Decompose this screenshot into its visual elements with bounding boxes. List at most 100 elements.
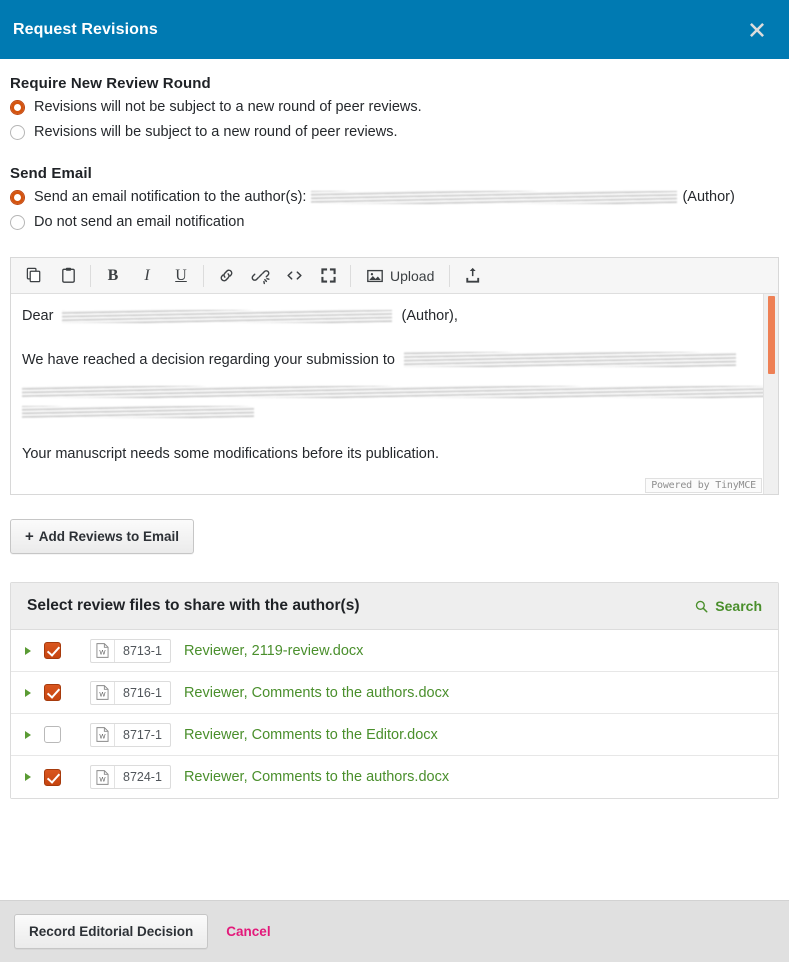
file-id: 8716-1 [123, 685, 162, 700]
word-document-icon: W [91, 639, 115, 662]
image-upload-label: Upload [390, 267, 435, 284]
image-upload-icon [367, 269, 383, 282]
svg-text:W: W [99, 650, 106, 657]
link-icon[interactable] [209, 261, 243, 291]
svg-text:W: W [99, 734, 106, 741]
file-checkbox[interactable] [44, 768, 61, 786]
toolbar-separator [350, 264, 351, 287]
radio-option-send-email[interactable]: Send an email notification to the author… [10, 185, 779, 210]
source-code-icon[interactable] [277, 261, 311, 291]
fullscreen-icon[interactable] [311, 261, 345, 291]
editor-paragraph-modifications: Your manuscript needs some modifications… [22, 446, 439, 463]
expand-row-icon[interactable] [25, 773, 31, 781]
file-id-badge: W 8713-1 [90, 638, 171, 663]
email-editor: B I U Upload Dear (Author), We have reac… [10, 257, 779, 495]
toolbar-separator [449, 264, 451, 287]
editor-toolbar: B I U Upload [11, 258, 778, 294]
radio-no-email[interactable] [10, 215, 25, 230]
modal-header: Request Revisions [0, 0, 789, 59]
bold-icon[interactable]: B [96, 261, 130, 291]
file-name-link[interactable]: Reviewer, Comments to the Editor.docx [184, 727, 438, 743]
radio-no-new-round[interactable] [10, 100, 25, 115]
greeting-prefix: Dear [22, 308, 54, 324]
insert-file-icon[interactable] [455, 261, 489, 291]
file-id-badge: W 8717-1 [90, 722, 171, 747]
send-email-heading: Send Email [10, 165, 92, 182]
modal-footer: Record Editorial Decision Cancel [0, 900, 789, 962]
radio-new-round[interactable] [10, 125, 25, 140]
image-upload-button[interactable]: Upload [356, 261, 444, 291]
close-x-icon [750, 22, 764, 37]
svg-text:W: W [99, 692, 106, 699]
review-round-heading: Require New Review Round [10, 75, 211, 92]
editor-scrollbar[interactable] [763, 294, 778, 494]
svg-text:W: W [99, 776, 106, 783]
search-button[interactable]: Search [694, 598, 762, 614]
file-id-badge: W 8716-1 [90, 680, 171, 705]
close-icon[interactable] [741, 14, 773, 46]
record-editorial-decision-label: Record Editorial Decision [29, 924, 194, 939]
tinymce-badge: Powered by TinyMCE [645, 478, 762, 493]
review-files-panel: Select review files to share with the au… [10, 582, 779, 799]
file-checkbox[interactable] [44, 684, 61, 701]
expand-row-icon[interactable] [25, 646, 31, 655]
word-document-icon: W [91, 681, 115, 704]
redacted-line-2 [22, 385, 772, 398]
radio-option-no-email[interactable]: Do not send an email notification [10, 210, 779, 235]
file-name-link[interactable]: Reviewer, 2119-review.docx [184, 643, 363, 659]
greeting-suffix: (Author), [401, 308, 458, 324]
review-files-title: Select review files to share with the au… [27, 597, 360, 614]
decision-prefix: We have reached a decision regarding you… [22, 351, 395, 368]
expand-row-icon[interactable] [25, 730, 31, 739]
search-label: Search [715, 598, 762, 614]
file-id-badge: W 8724-1 [90, 765, 171, 789]
paste-icon[interactable] [51, 261, 85, 291]
radio-label-no-email: Do not send an email notification [34, 214, 245, 230]
editor-paragraph-decision: We have reached a decision regarding you… [22, 350, 762, 372]
redacted-recipient-name [311, 191, 678, 204]
page-title: Request Revisions [13, 20, 158, 38]
review-files-header: Select review files to share with the au… [11, 583, 778, 630]
radio-label-no-new-round: Revisions will not be subject to a new r… [34, 99, 422, 115]
editor-body[interactable]: Dear (Author), We have reached a decisio… [11, 294, 778, 494]
radio-option-new-round[interactable]: Revisions will be subject to a new round… [10, 120, 779, 145]
file-id: 8717-1 [123, 727, 162, 742]
table-row[interactable]: W 8724-1 Reviewer, Comments to the autho… [11, 756, 778, 798]
unlink-icon[interactable] [243, 261, 277, 291]
editor-text-content[interactable]: Dear (Author), We have reached a decisio… [11, 294, 778, 466]
file-name-link[interactable]: Reviewer, Comments to the authors.docx [184, 769, 449, 785]
cancel-button[interactable]: Cancel [226, 924, 270, 939]
radio-label-new-round: Revisions will be subject to a new round… [34, 124, 398, 140]
redacted-author-name [62, 309, 393, 323]
word-document-icon: W [91, 766, 115, 788]
table-row[interactable]: W 8713-1 Reviewer, 2119-review.docx [11, 630, 778, 672]
file-id: 8724-1 [123, 770, 162, 784]
editor-scrollbar-thumb[interactable] [768, 296, 775, 374]
send-email-section: Send Email Send an email notification to… [10, 165, 779, 235]
file-id: 8713-1 [123, 643, 162, 658]
radio-label-send-email: Send an email notification to the author… [34, 189, 307, 205]
copy-icon[interactable] [17, 261, 51, 291]
file-checkbox[interactable] [44, 726, 61, 743]
add-reviews-to-email-button[interactable]: + Add Reviews to Email [10, 519, 195, 554]
table-row[interactable]: W 8716-1 Reviewer, Comments to the autho… [11, 672, 778, 714]
expand-row-icon[interactable] [25, 688, 31, 697]
plus-icon: + [25, 528, 34, 545]
toolbar-separator [203, 264, 204, 287]
table-row[interactable]: W 8717-1 Reviewer, Comments to the Edito… [11, 714, 778, 756]
search-icon [696, 600, 708, 612]
file-name-link[interactable]: Reviewer, Comments to the authors.docx [184, 685, 449, 701]
italic-icon[interactable]: I [130, 261, 164, 291]
toolbar-separator [90, 264, 91, 287]
radio-send-email[interactable] [10, 190, 25, 205]
word-document-icon: W [91, 723, 115, 746]
radio-option-no-new-round[interactable]: Revisions will not be subject to a new r… [10, 95, 779, 120]
record-editorial-decision-button[interactable]: Record Editorial Decision [14, 914, 209, 949]
file-checkbox[interactable] [44, 642, 61, 659]
editor-paragraph-greeting: Dear (Author), [22, 306, 762, 328]
radio-label-send-email-suffix: (Author) [682, 189, 735, 205]
add-reviews-wrapper: + Add Reviews to Email [10, 519, 779, 554]
request-revisions-modal: Request Revisions Require New Review Rou… [0, 0, 789, 962]
redacted-journal-name [403, 352, 736, 368]
underline-icon[interactable]: U [164, 261, 198, 291]
